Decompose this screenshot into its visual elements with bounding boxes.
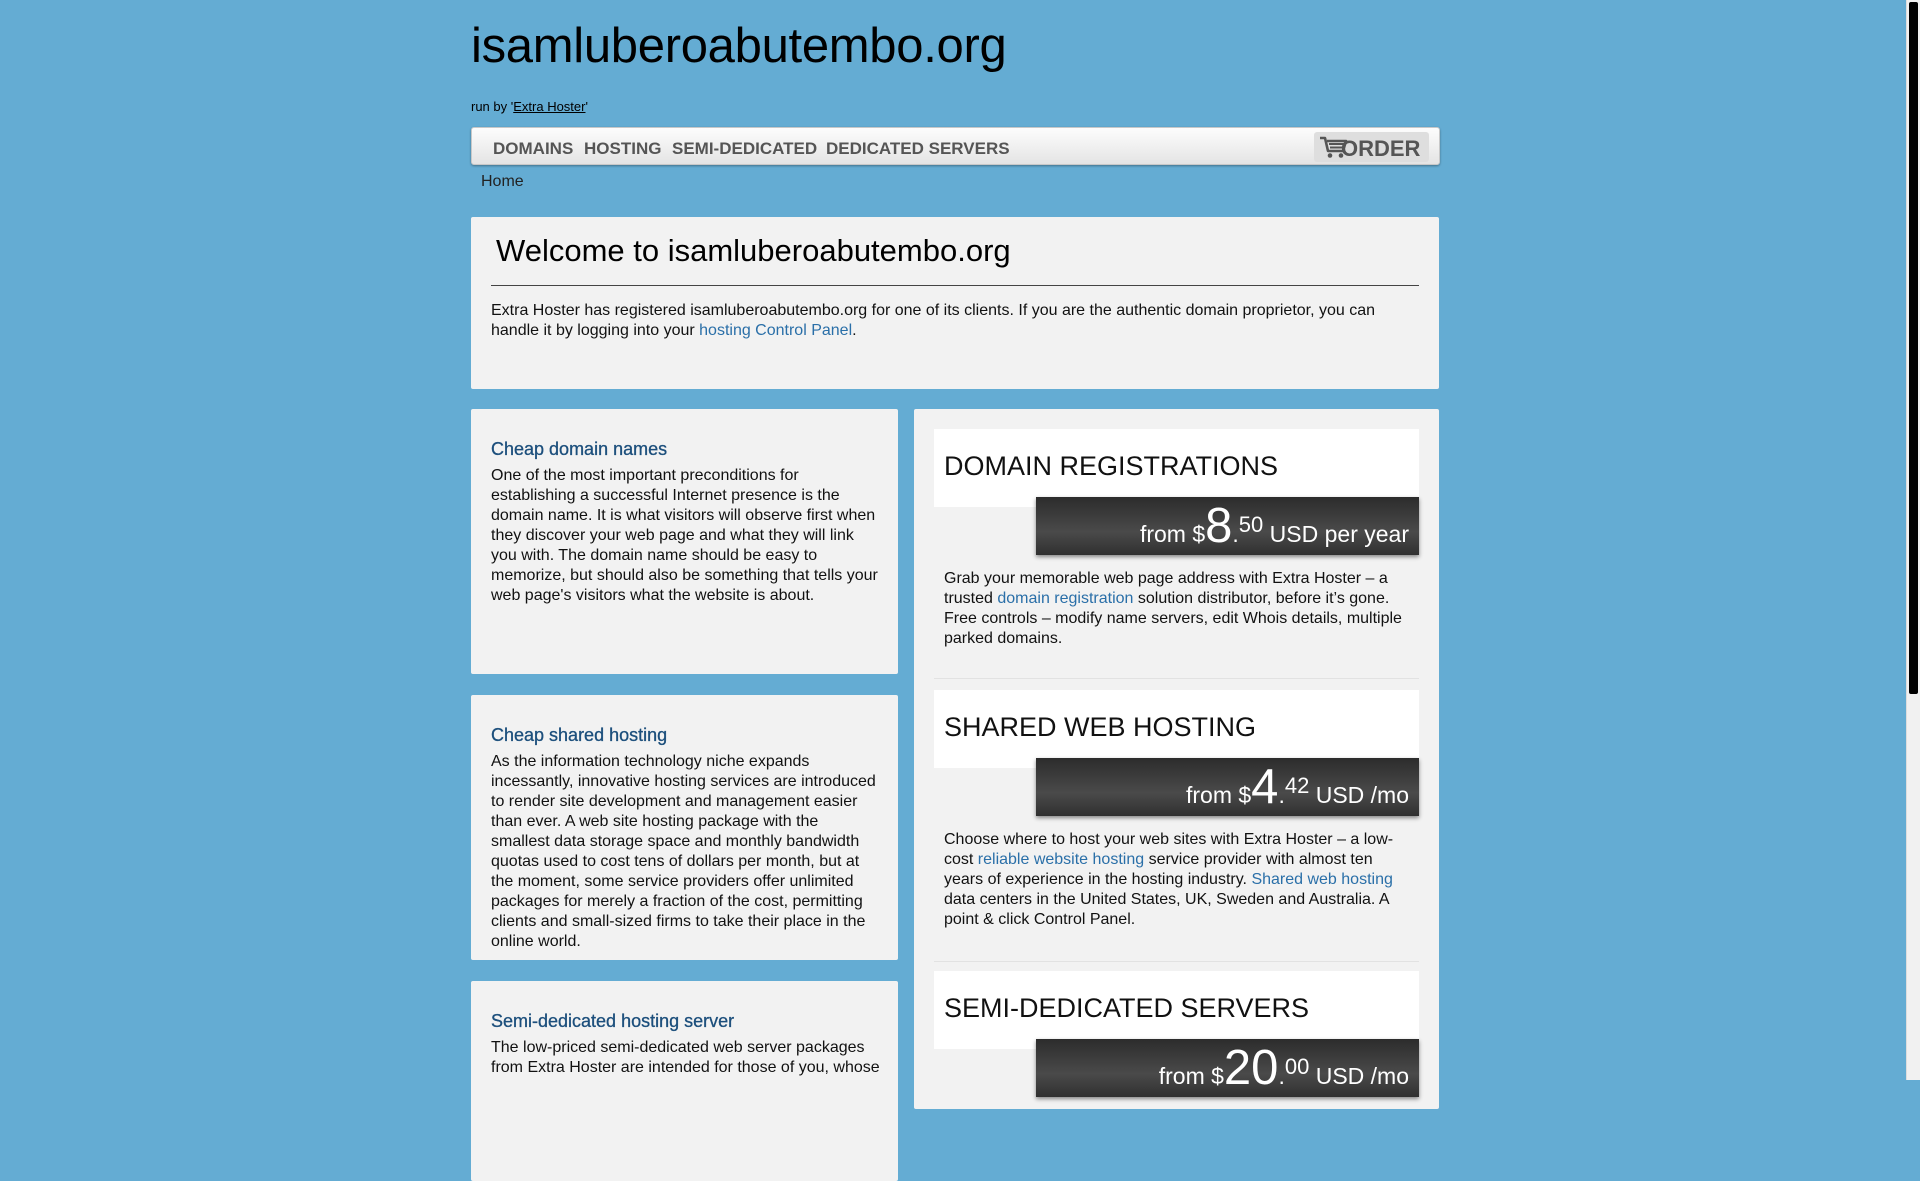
nav-domains[interactable]: DOMAINS [493,139,573,159]
offers-panel: DOMAIN REGISTRATIONS from $8.50 USD per … [914,409,1439,1109]
runby-suffix: ' [585,99,588,114]
price-banner[interactable]: from $20.00 USD /mo [1036,1039,1419,1097]
offer-divider [934,961,1419,962]
cheap-domains-title: Cheap domain names [491,439,668,459]
offer-title: DOMAIN REGISTRATIONS [944,451,1279,481]
nav-hosting[interactable]: HOSTING [584,139,661,159]
cheap-domains-panel: Cheap domain names One of the most impor… [471,409,898,674]
site-title: isamluberoabutembo.org [471,19,1007,73]
runby-line: run by 'Extra Hoster' [471,99,588,114]
offer-divider [934,678,1419,679]
semi-dedicated-text: The low-priced semi-dedicated web server… [491,1039,880,1076]
offer-header: DOMAIN REGISTRATIONS [934,429,1419,507]
shared-hosting-panel: Cheap shared hosting As the information … [471,695,898,960]
welcome-text: Extra Hoster has registered isamluberoab… [491,302,1376,339]
main-nav: DOMAINS HOSTING SEMI-DEDICATED DEDICATED… [471,127,1440,165]
cheap-domains-text: One of the most important preconditions … [491,467,878,604]
control-panel-link[interactable]: hosting Control Panel [699,322,852,339]
shared-hosting-link[interactable]: Shared web hosting [1251,871,1392,888]
semi-dedicated-title: Semi-dedicated hosting server [491,1011,735,1031]
shared-hosting-text: As the information technology niche expa… [491,753,876,950]
runby-prefix: run by ' [471,99,514,114]
offer-title: SHARED WEB HOSTING [944,712,1257,742]
runby-link[interactable]: Extra Hoster [513,99,585,114]
order-label: ORDER [1341,136,1421,161]
welcome-divider [491,285,1419,286]
shared-hosting-title: Cheap shared hosting [491,725,668,745]
price-banner[interactable]: from $8.50 USD per year [1036,497,1419,555]
nav-dedicated-servers[interactable]: DEDICATED SERVERS [826,139,1010,159]
order-button[interactable]: ORDER [1314,132,1429,162]
price-banner[interactable]: from $4.42 USD /mo [1036,758,1419,816]
welcome-title: Welcome to isamluberoabutembo.org [496,233,1011,268]
reliable-hosting-link[interactable]: reliable website hosting [978,851,1144,868]
offer-text: Choose where to host your web sites with… [944,831,1394,928]
offer-header: SHARED WEB HOSTING [934,690,1419,768]
welcome-panel: Welcome to isamluberoabutembo.org Extra … [471,217,1439,389]
offer-text: Grab your memorable web page address wit… [944,570,1402,647]
scrollbar-thumb[interactable] [1909,2,1918,694]
nav-semi-dedicated[interactable]: SEMI-DEDICATED [672,139,817,159]
offer-header: SEMI-DEDICATED SERVERS [934,971,1419,1049]
scrollbar[interactable] [1906,0,1920,1080]
domain-registration-link[interactable]: domain registration [997,590,1133,607]
offer-title: SEMI-DEDICATED SERVERS [944,993,1310,1023]
breadcrumb[interactable]: Home [481,173,524,191]
semi-dedicated-panel: Semi-dedicated hosting server The low-pr… [471,981,898,1181]
